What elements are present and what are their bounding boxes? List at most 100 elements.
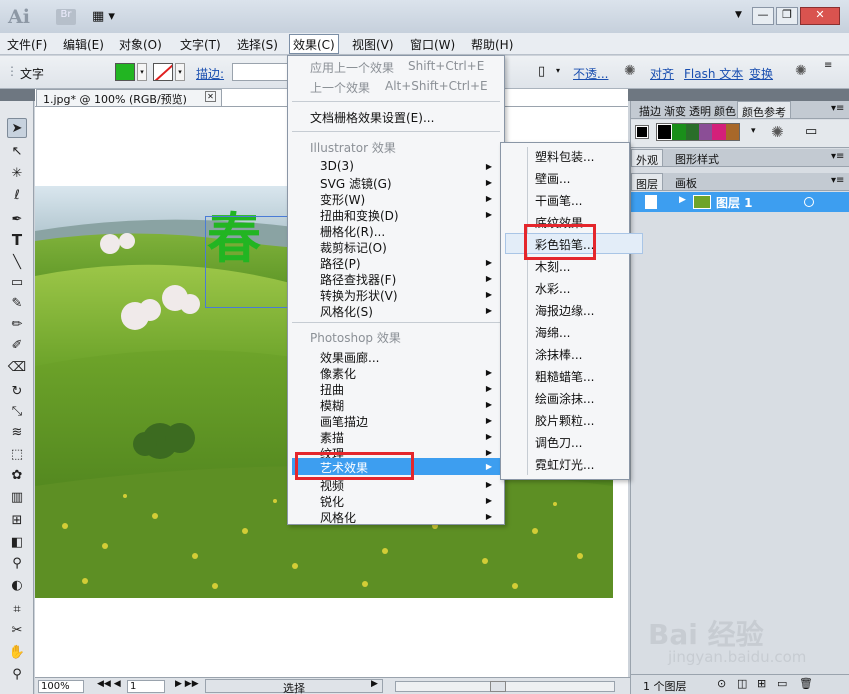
target-icon[interactable]	[804, 197, 814, 207]
slice-tool-icon[interactable]: ⌗	[7, 599, 27, 619]
menu-item-path[interactable]: 路径(P) ▶	[320, 255, 500, 272]
tab-appearance[interactable]: 外观	[631, 149, 663, 167]
document-close-icon[interactable]: ✕	[205, 91, 216, 102]
isolate-icon[interactable]: ✺	[795, 63, 807, 79]
tab-color-guide[interactable]: 颜色参考	[737, 101, 791, 119]
gradient-tool-icon[interactable]: ◧	[7, 532, 27, 552]
line-tool-icon[interactable]: ╲	[7, 252, 27, 272]
layer-name[interactable]: 图层 1	[716, 194, 753, 211]
locate-object-icon[interactable]: ⊙	[717, 677, 726, 690]
panel-menu-icon[interactable]: ▾≡	[831, 103, 844, 114]
menu-item-svg-filters[interactable]: SVG 滤镜(G) ▶	[320, 175, 500, 192]
stroke-weight-input[interactable]	[232, 63, 292, 81]
page-navigation-icon[interactable]: ◀◀ ◀	[97, 679, 121, 689]
menu-item-stylize-ps[interactable]: 风格化 ▶	[320, 509, 500, 526]
pencil-tool-icon[interactable]: ✏	[7, 314, 27, 334]
harmony-colors-strip[interactable]	[656, 123, 740, 141]
new-sublayer-icon[interactable]: ⊞	[757, 677, 766, 690]
scissors-tool-icon[interactable]: ✂	[7, 620, 27, 640]
status-menu-icon[interactable]: ▶	[371, 679, 378, 689]
eyedropper-tool-icon[interactable]: ⚲	[7, 553, 27, 573]
menu-type[interactable]: 文字(T)	[180, 36, 221, 53]
submenu-plastic-wrap[interactable]: 塑料包装...	[535, 148, 594, 165]
panel-menu-icon-2[interactable]: ▾≡	[831, 151, 844, 162]
clipping-mask-icon[interactable]: ◫	[737, 677, 747, 690]
submenu-watercolor[interactable]: 水彩...	[535, 280, 570, 297]
rectangle-tool-icon[interactable]: ▭	[7, 272, 27, 292]
apply-last-effect[interactable]: 应用上一个效果 Shift+Ctrl+E	[310, 59, 484, 76]
selection-tool-icon[interactable]: ➤	[7, 118, 27, 138]
page-forward-icon[interactable]: ▶ ▶▶	[175, 679, 199, 689]
type-tool-icon[interactable]: T	[7, 230, 27, 250]
page-field[interactable]: 1	[127, 680, 165, 693]
pen-tool-icon[interactable]: ✒	[7, 209, 27, 229]
scale-tool-icon[interactable]: ⤡	[7, 401, 27, 421]
menu-item-pixelate[interactable]: 像素化 ▶	[320, 365, 500, 382]
blend-tool-icon[interactable]: ◐	[7, 575, 27, 595]
mesh-tool-icon[interactable]: ⊞	[7, 510, 27, 530]
column-graph-tool-icon[interactable]: ▥	[7, 487, 27, 507]
brush-icon[interactable]: ▯	[538, 64, 545, 79]
menu-item-distort[interactable]: 扭曲 ▶	[320, 381, 500, 398]
workspace-dropdown-icon[interactable]: ▼	[735, 10, 742, 20]
bridge-button[interactable]: Br	[56, 9, 76, 25]
tab-graphic-styles[interactable]: 图形样式	[675, 151, 719, 167]
submenu-poster-edges[interactable]: 海报边缘...	[535, 302, 594, 319]
submenu-smudge-stick[interactable]: 涂抹棒...	[535, 346, 582, 363]
submenu-fresco[interactable]: 壁画...	[535, 170, 570, 187]
flash-text-label[interactable]: Flash 文本	[684, 65, 743, 82]
arrange-documents-button[interactable]: ▦ ▾	[92, 9, 120, 25]
stroke-dropdown-icon[interactable]: ▾	[175, 63, 185, 81]
direct-selection-tool-icon[interactable]: ↖	[7, 141, 27, 161]
submenu-dry-brush[interactable]: 干画笔...	[535, 192, 582, 209]
submenu-palette-knife[interactable]: 调色刀...	[535, 434, 582, 451]
expand-layer-icon[interactable]: ▶	[679, 195, 686, 205]
menu-object[interactable]: 对象(O)	[119, 36, 162, 53]
menu-item-3d[interactable]: 3D(3) ▶	[320, 159, 500, 173]
submenu-cutout[interactable]: 木刻...	[535, 258, 570, 275]
submenu-neon-glow[interactable]: 霓虹灯光...	[535, 456, 594, 473]
menu-view[interactable]: 视图(V)	[352, 36, 394, 53]
edit-colors-icon[interactable]: ✺	[771, 123, 784, 141]
close-button[interactable]: ✕	[800, 7, 840, 25]
rotate-tool-icon[interactable]: ↻	[7, 381, 27, 401]
document-tab[interactable]: 1.jpg* @ 100% (RGB/预览) ✕	[36, 89, 222, 106]
tab-stroke[interactable]: 描边	[639, 103, 661, 119]
tab-transparency[interactable]: 透明	[689, 103, 711, 119]
warp-tool-icon[interactable]: ≋	[7, 422, 27, 442]
menu-item-crop-marks[interactable]: 裁剪标记(O)	[320, 239, 387, 256]
menu-item-rasterize[interactable]: 栅格化(R)...	[320, 223, 385, 240]
control-menu-icon[interactable]: ≡	[824, 60, 832, 71]
menu-item-distort-transform[interactable]: 扭曲和变换(D) ▶	[320, 207, 500, 224]
submenu-film-grain[interactable]: 胶片颗粒...	[535, 412, 594, 429]
tab-color[interactable]: 颜色	[714, 103, 736, 119]
blob-brush-tool-icon[interactable]: ✐	[7, 335, 27, 355]
paintbrush-tool-icon[interactable]: ✎	[7, 293, 27, 313]
align-label[interactable]: 对齐	[650, 65, 674, 82]
symbol-sprayer-tool-icon[interactable]: ✿	[7, 465, 27, 485]
harmony-dropdown-icon[interactable]: ▾	[751, 126, 756, 136]
tab-layers[interactable]: 图层	[631, 173, 663, 191]
delete-layer-icon[interactable]: 🗑	[799, 677, 813, 690]
menu-edit[interactable]: 编辑(E)	[63, 36, 104, 53]
menu-item-pathfinder[interactable]: 路径查找器(F) ▶	[320, 271, 500, 288]
transform-label[interactable]: 变换	[749, 65, 773, 82]
panel-menu-icon-3[interactable]: ▾≡	[831, 175, 844, 186]
menu-item-brush-strokes[interactable]: 画笔描边 ▶	[320, 413, 500, 430]
recolor-icon[interactable]: ✺	[624, 63, 636, 79]
eraser-tool-icon[interactable]: ⌫	[7, 357, 27, 377]
menu-item-warp[interactable]: 变形(W) ▶	[320, 191, 500, 208]
fill-swatch[interactable]	[115, 63, 135, 81]
save-group-icon[interactable]: ▭	[805, 124, 817, 139]
menu-effect[interactable]: 效果(C)	[289, 34, 339, 54]
opacity-label[interactable]: 不透...	[573, 65, 608, 82]
base-color-swatch[interactable]	[635, 125, 649, 139]
status-mode[interactable]: 选择	[205, 679, 383, 694]
zoom-field[interactable]: 100%	[38, 680, 84, 693]
menu-item-effect-gallery[interactable]: 效果画廊...	[320, 349, 379, 366]
magic-wand-tool-icon[interactable]: ✳	[7, 163, 27, 183]
restore-button[interactable]: ❐	[776, 7, 798, 25]
stroke-none-swatch[interactable]	[153, 63, 173, 81]
zoom-tool-icon[interactable]: ⚲	[7, 664, 27, 684]
menu-item-sharpen[interactable]: 锐化 ▶	[320, 493, 500, 510]
